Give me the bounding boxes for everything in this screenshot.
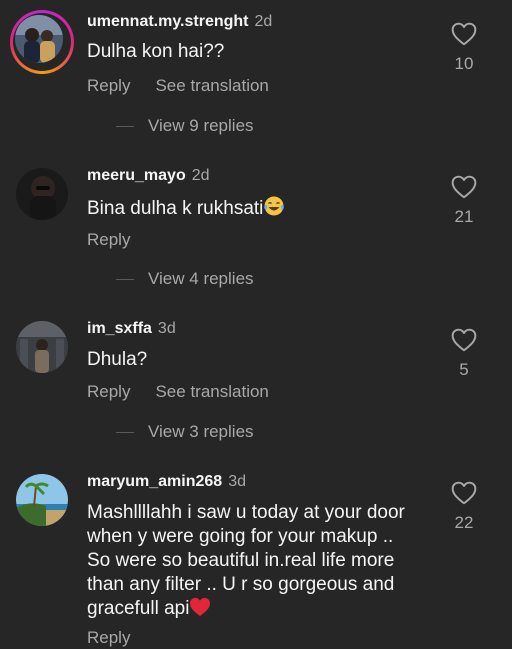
avatar-photo (15, 15, 63, 63)
like-count: 21 (454, 207, 474, 226)
heart-icon[interactable] (451, 481, 477, 505)
comment-text-line: So were so beautiful in.real life more (87, 550, 395, 571)
comment-text: Dhula? (87, 349, 148, 370)
comment-text-body: Bina dulha k rukhsati (87, 198, 264, 219)
like-count: 22 (454, 513, 474, 532)
timestamp: 2d (254, 13, 273, 30)
comment-meta: umennat.my.strenght 2d (87, 12, 272, 32)
avatar[interactable] (10, 10, 74, 74)
comment-actions: Reply See translation (87, 76, 294, 96)
comment-actions: Reply (87, 230, 155, 250)
username[interactable]: maryum_amin268 (87, 473, 222, 490)
view-replies-label[interactable]: View 3 replies (148, 422, 254, 441)
view-replies[interactable]: View 9 replies (116, 116, 254, 136)
comment-text-line-last: gracefull api (87, 597, 442, 621)
like-count: 5 (459, 360, 469, 379)
comment-text-line: gracefull api (87, 598, 190, 619)
comment-meta: im_sxffa 3d (87, 319, 176, 339)
comment-item: meeru_mayo 2d Bina dulha k rukhsati Reply… (0, 150, 512, 303)
comment-item: maryum_amin268 3d Mashllllahh i saw u tod… (0, 456, 512, 649)
comment-text-line: than any filter .. U r so gorgeous and (87, 574, 395, 595)
comment-actions: Reply (87, 628, 155, 648)
avatar[interactable] (16, 474, 68, 526)
timestamp: 3d (157, 320, 176, 337)
username[interactable]: meeru_mayo (87, 167, 186, 184)
see-translation-button[interactable]: See translation (155, 76, 268, 95)
reply-button[interactable]: Reply (87, 76, 130, 95)
reply-button[interactable]: Reply (87, 382, 130, 401)
avatar[interactable] (16, 321, 68, 373)
red-heart-emoji (190, 597, 211, 617)
view-replies-label[interactable]: View 9 replies (148, 116, 254, 135)
comment-meta: meeru_mayo 2d (87, 166, 210, 186)
like-count: 10 (454, 54, 474, 73)
like-control: 22 (436, 481, 492, 533)
like-control: 5 (436, 328, 492, 380)
like-control: 21 (436, 175, 492, 227)
username[interactable]: umennat.my.strenght (87, 13, 249, 30)
comment-text: Bina dulha k rukhsati (87, 195, 442, 221)
laughing-tears-emoji (264, 196, 285, 216)
replies-divider-line (116, 432, 134, 434)
comment-meta: maryum_amin268 3d (87, 472, 246, 492)
comment-actions: Reply See translation (87, 382, 294, 402)
timestamp: 3d (228, 473, 246, 490)
comment-item: im_sxffa 3d Dhula? Reply See translation V… (0, 303, 512, 456)
comment-item: umennat.my.strenght 2d Dulha kon hai?? Re… (0, 0, 512, 150)
like-control: 10 (436, 22, 492, 74)
comment-text-line: when y were going for your makup .. (87, 526, 394, 547)
view-replies[interactable]: View 3 replies (116, 422, 254, 442)
avatar[interactable] (16, 168, 68, 220)
reply-button[interactable]: Reply (87, 230, 130, 249)
replies-divider-line (116, 126, 134, 128)
replies-divider-line (116, 279, 134, 281)
reply-button[interactable]: Reply (87, 628, 130, 647)
heart-icon[interactable] (451, 328, 477, 352)
comment-text-line: Mashllllahh i saw u today at your door (87, 502, 405, 523)
comment-text: Dulha kon hai?? (87, 41, 225, 62)
see-translation-button[interactable]: See translation (155, 382, 268, 401)
comment-text: Mashllllahh i saw u today at your door w… (87, 501, 442, 621)
timestamp: 2d (191, 167, 210, 184)
username[interactable]: im_sxffa (87, 320, 152, 337)
heart-icon[interactable] (451, 22, 477, 46)
view-replies-label[interactable]: View 4 replies (148, 269, 254, 288)
heart-icon[interactable] (451, 175, 477, 199)
view-replies[interactable]: View 4 replies (116, 269, 254, 289)
